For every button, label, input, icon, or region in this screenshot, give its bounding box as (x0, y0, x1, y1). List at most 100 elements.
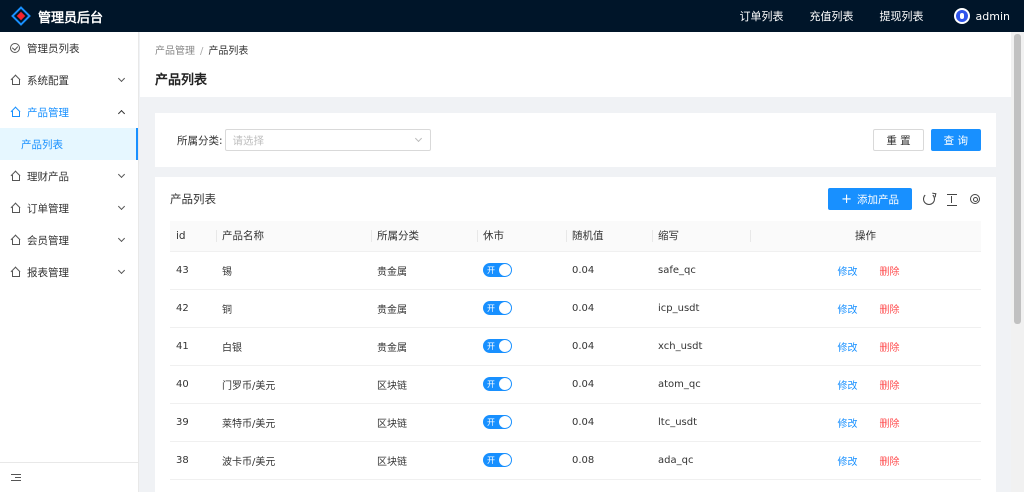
market-closed-toggle[interactable]: 开 (483, 263, 512, 277)
home-icon (10, 107, 20, 117)
column-header-id[interactable]: id (170, 221, 216, 252)
sidebar-item-product-list[interactable]: 产品列表 (0, 128, 138, 160)
cell-name: 波卡币/美元 (216, 441, 371, 480)
cell-id: 42 (170, 289, 216, 328)
reload-icon[interactable] (923, 193, 935, 205)
nav-order-list[interactable]: 订单列表 (740, 8, 784, 24)
column-height-icon[interactable] (946, 193, 958, 206)
column-header-abbr[interactable]: 缩写 (652, 221, 750, 252)
sidebar-collapse-toggle[interactable] (0, 462, 138, 492)
column-header-actions: 操作 (750, 221, 981, 252)
cell-id: 39 (170, 403, 216, 442)
cell-market-closed: 开 (477, 403, 566, 442)
edit-link[interactable]: 修改 (838, 301, 858, 316)
market-closed-toggle[interactable]: 开 (483, 415, 512, 429)
table-row: 42 铜贵金属开 0.04 icp_usdt 修改 删除 (170, 289, 981, 328)
cell-random: 0.04 (566, 289, 652, 328)
logo[interactable]: 管理员后台 (0, 6, 139, 26)
plus-icon: + (841, 191, 852, 207)
sidebar-item-admin-list[interactable]: 管理员列表 (0, 32, 138, 64)
category-select[interactable]: 请选择 (224, 129, 431, 151)
menu-fold-icon (11, 473, 21, 482)
edit-link[interactable]: 修改 (838, 263, 858, 278)
cell-category: 贵金属 (371, 289, 477, 328)
sidebar-item-member-management[interactable]: 会员管理 (0, 224, 138, 256)
table-toolbar: 产品列表 + 添加产品 (170, 177, 981, 221)
scrollbar-thumb[interactable] (1014, 34, 1021, 324)
cell-market-closed: 开 (477, 327, 566, 366)
edit-link[interactable]: 修改 (838, 377, 858, 392)
cell-category: 区块链 (371, 365, 477, 404)
cell-category: 区块链 (371, 441, 477, 480)
cell-market-closed: 开 (477, 365, 566, 404)
chevron-down-icon (414, 134, 422, 143)
sidebar-item-system-config[interactable]: 系统配置 (0, 64, 138, 96)
delete-link[interactable]: 删除 (880, 301, 900, 316)
sidebar-item-label: 产品管理 (27, 106, 69, 119)
table-row: 43 锡贵金属开 0.04 safe_qc 修改 删除 (170, 251, 981, 290)
cell-actions: 修改 删除 (750, 403, 981, 442)
column-header-name[interactable]: 产品名称 (216, 221, 371, 252)
search-button[interactable]: 查 询 (930, 129, 981, 151)
check-circle-icon (10, 43, 20, 53)
cell-random: 0.04 (566, 327, 652, 366)
market-closed-toggle[interactable]: 开 (483, 339, 512, 353)
cell-market-closed: 开 (477, 251, 566, 290)
sidebar-item-label: 报表管理 (27, 266, 69, 279)
main-content: 产品管理 / 产品列表 产品列表 所属分类: 请选择 重 置 查 询 产品列表 + … (140, 32, 1011, 492)
table-row: 40 门罗币/美元 区块链开 0.04 atom_qc 修改 删除 (170, 365, 981, 404)
cell-actions: 修改 删除 (750, 441, 981, 480)
delete-link[interactable]: 删除 (880, 339, 900, 354)
chevron-down-icon (117, 266, 126, 275)
toggle-label: 开 (487, 303, 495, 313)
cell-abbr: atom_qc (652, 365, 750, 404)
market-closed-toggle[interactable]: 开 (483, 301, 512, 315)
cell-id: 40 (170, 365, 216, 404)
toggle-label: 开 (487, 265, 495, 275)
market-closed-toggle[interactable]: 开 (483, 453, 512, 467)
cell-actions: 修改 删除 (750, 365, 981, 404)
sidebar-item-label: 订单管理 (27, 202, 69, 215)
column-header-market-closed[interactable]: 休市 (477, 221, 566, 252)
sidebar: 管理员列表 系统配置 产品管理 产品列表 理财产品 订单管理 会员管理 报表管理 (0, 32, 139, 492)
user-menu[interactable]: admin (953, 8, 1010, 24)
add-product-label: 添加产品 (857, 193, 899, 206)
delete-link[interactable]: 删除 (880, 453, 900, 468)
gear-icon[interactable] (970, 194, 980, 204)
toggle-label: 开 (487, 417, 495, 427)
nav-withdraw-list[interactable]: 提现列表 (880, 8, 924, 24)
edit-link[interactable]: 修改 (838, 453, 858, 468)
sidebar-item-label: 管理员列表 (27, 42, 80, 55)
cell-actions: 修改 删除 (750, 327, 981, 366)
market-closed-toggle[interactable]: 开 (483, 377, 512, 391)
cell-random: 0.04 (566, 403, 652, 442)
cell-abbr: icp_usdt (652, 289, 750, 328)
sidebar-item-report-management[interactable]: 报表管理 (0, 256, 138, 288)
sidebar-item-wealth-products[interactable]: 理财产品 (0, 160, 138, 192)
cell-random: 0.04 (566, 365, 652, 404)
app-title: 管理员后台 (38, 10, 104, 26)
sidebar-item-label: 理财产品 (27, 170, 69, 183)
cell-market-closed: 开 (477, 441, 566, 480)
reset-button[interactable]: 重 置 (873, 129, 924, 151)
delete-link[interactable]: 删除 (880, 377, 900, 392)
nav-recharge-list[interactable]: 充值列表 (810, 8, 854, 24)
add-product-button[interactable]: + 添加产品 (828, 188, 912, 210)
column-header-category[interactable]: 所属分类 (371, 221, 477, 252)
chevron-down-icon (117, 74, 126, 83)
delete-link[interactable]: 删除 (880, 263, 900, 278)
edit-link[interactable]: 修改 (838, 415, 858, 430)
avatar (953, 8, 970, 24)
breadcrumb-current: 产品列表 (208, 46, 249, 57)
breadcrumb-parent[interactable]: 产品管理 (155, 46, 195, 57)
column-header-random[interactable]: 随机值 (566, 221, 652, 252)
delete-link[interactable]: 删除 (880, 415, 900, 430)
page-scrollbar[interactable] (1011, 32, 1024, 492)
sidebar-item-order-management[interactable]: 订单管理 (0, 192, 138, 224)
toggle-label: 开 (487, 341, 495, 351)
edit-link[interactable]: 修改 (838, 339, 858, 354)
sidebar-item-product-management[interactable]: 产品管理 (0, 96, 138, 128)
sidebar-item-label: 会员管理 (27, 234, 69, 247)
cell-name: 铜 (216, 289, 371, 328)
toggle-knob (499, 302, 511, 314)
